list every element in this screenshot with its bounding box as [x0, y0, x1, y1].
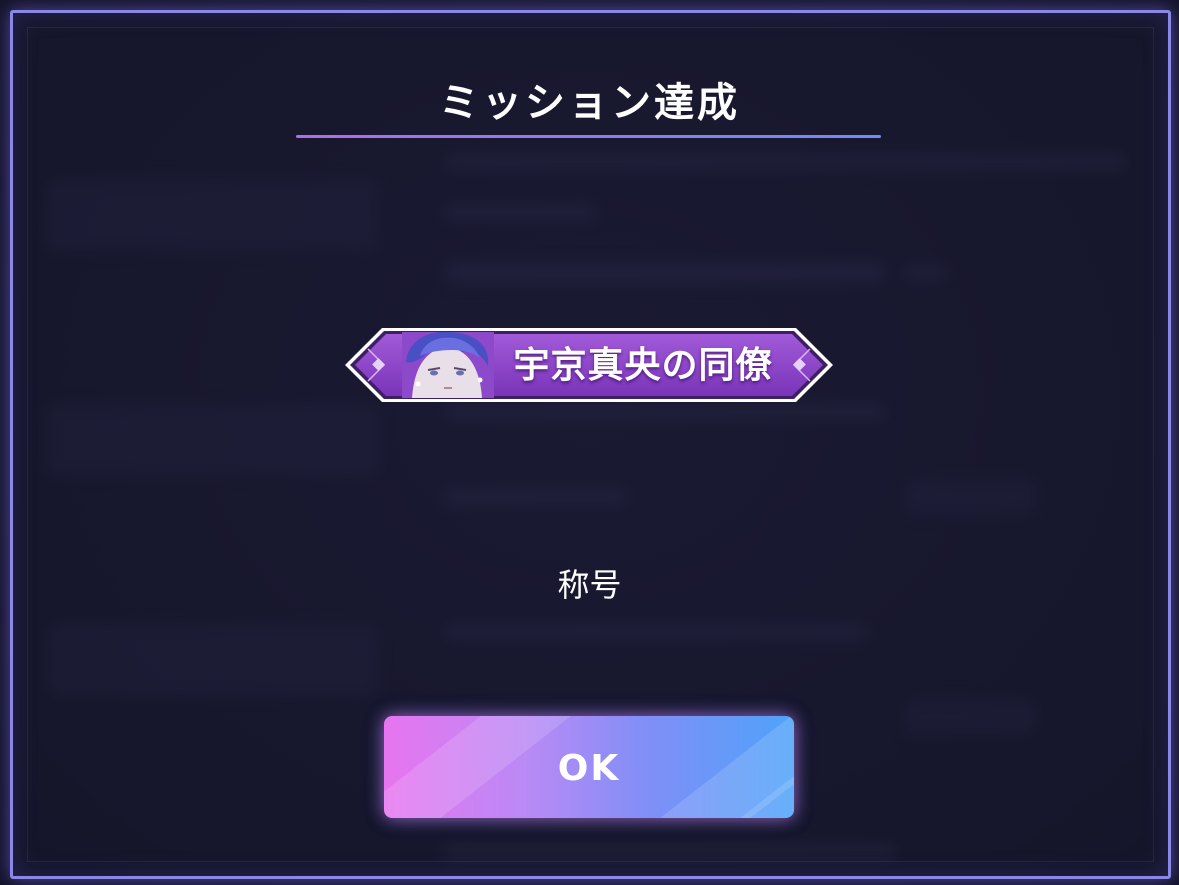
ok-button-label: OK: [557, 748, 621, 789]
reward-type-label: 称号: [557, 566, 622, 604]
dialog-title: ミッション達成: [439, 80, 740, 126]
ok-button[interactable]: OK: [384, 716, 794, 818]
character-portrait-icon: [402, 332, 494, 398]
game-screen: ミッション達成 宇京真央の同僚 称号 OK: [0, 0, 1179, 885]
badge-title-text: 宇京真央の同僚: [513, 345, 773, 386]
title-underline: [296, 135, 881, 138]
